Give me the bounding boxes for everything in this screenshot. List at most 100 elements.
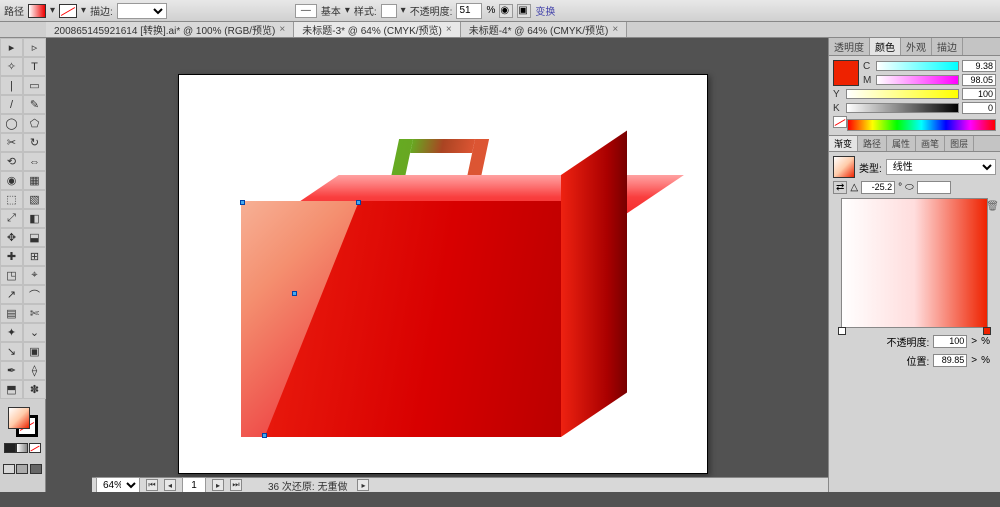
tool-24[interactable]: ◳	[0, 266, 23, 285]
tool-2[interactable]: ✧	[0, 57, 23, 76]
align-icon[interactable]: ▣	[517, 4, 531, 18]
tool-20[interactable]: ✥	[0, 228, 23, 247]
tab-appearance[interactable]: 外观	[901, 38, 932, 55]
stop-location-input[interactable]: 89.85	[933, 354, 967, 367]
doc-tab-1[interactable]: 200865145921614 [转换].ai* @ 100% (RGB/预览)…	[46, 22, 294, 37]
tool-18[interactable]: ⤢	[0, 209, 23, 228]
k-slider[interactable]	[846, 103, 959, 113]
tool-8[interactable]: ◯	[0, 114, 23, 133]
gradient-stop-left[interactable]	[838, 327, 846, 335]
tool-1[interactable]: ▹	[23, 38, 46, 57]
gradient-stop-right[interactable]	[983, 327, 991, 335]
tool-3[interactable]: T	[23, 57, 46, 76]
tool-22[interactable]: ✚	[0, 247, 23, 266]
stroke-swatch[interactable]	[59, 4, 77, 18]
tab-color[interactable]: 颜色	[870, 38, 901, 55]
tool-16[interactable]: ⬚	[0, 190, 23, 209]
tab-layers[interactable]: 图层	[945, 136, 974, 151]
last-page-icon[interactable]: ⏭	[230, 479, 242, 491]
status-menu-icon[interactable]: ▸	[357, 479, 369, 491]
gradient-swatch[interactable]	[833, 156, 855, 178]
doc-tab-3[interactable]: 未标题-4* @ 64% (CMYK/预览)×	[461, 22, 627, 37]
tool-10[interactable]: ✂	[0, 133, 23, 152]
tool-4[interactable]: |	[0, 76, 23, 95]
brush-preview[interactable]: —	[295, 4, 317, 18]
tool-0[interactable]: ▸	[0, 38, 23, 57]
m-value[interactable]: 98.05	[962, 74, 996, 86]
page-input[interactable]	[182, 477, 206, 492]
anchor-point[interactable]	[292, 291, 297, 296]
tool-6[interactable]: /	[0, 95, 23, 114]
tool-5[interactable]: ▭	[23, 76, 46, 95]
c-value[interactable]: 9.38	[962, 60, 996, 72]
tool-35[interactable]: ⟠	[23, 361, 46, 380]
y-value[interactable]: 100	[962, 88, 996, 100]
screen-mode-present[interactable]	[30, 464, 42, 474]
tool-30[interactable]: ✦	[0, 323, 23, 342]
color-mode-chip[interactable]	[4, 443, 16, 453]
fill-swatch[interactable]	[28, 4, 46, 18]
tool-11[interactable]: ↻	[23, 133, 46, 152]
tab-transparency[interactable]: 透明度	[829, 38, 870, 55]
screen-mode-normal[interactable]	[3, 464, 15, 474]
tool-9[interactable]: ⬠	[23, 114, 46, 133]
tool-17[interactable]: ▧	[23, 190, 46, 209]
reverse-gradient-icon[interactable]: ⇄	[833, 181, 847, 194]
artboard[interactable]	[178, 74, 708, 474]
tool-25[interactable]: ⌖	[23, 266, 46, 285]
tab-brushes[interactable]: 画笔	[916, 136, 945, 151]
tool-12[interactable]: ⟲	[0, 152, 23, 171]
fill-stroke-control[interactable]	[0, 399, 45, 459]
screen-mode-full[interactable]	[16, 464, 28, 474]
spectrum-ramp[interactable]	[847, 119, 996, 131]
tool-15[interactable]: ▦	[23, 171, 46, 190]
tool-33[interactable]: ▣	[23, 342, 46, 361]
tool-31[interactable]: ⌄	[23, 323, 46, 342]
none-color-icon[interactable]	[833, 116, 847, 128]
c-slider[interactable]	[876, 61, 959, 71]
tool-19[interactable]: ◧	[23, 209, 46, 228]
tool-37[interactable]: ✽	[23, 380, 46, 399]
tool-34[interactable]: ✒	[0, 361, 23, 380]
angle-input[interactable]: -25.2	[861, 181, 895, 194]
gradient-ramp[interactable]: 🗑	[841, 198, 988, 328]
k-value[interactable]: 0	[962, 102, 996, 114]
tool-23[interactable]: ⊞	[23, 247, 46, 266]
zoom-select[interactable]: 64%	[96, 477, 140, 492]
anchor-point[interactable]	[240, 200, 245, 205]
aspect-input[interactable]	[917, 181, 951, 194]
anchor-point[interactable]	[262, 433, 267, 438]
doc-tab-2[interactable]: 未标题-3* @ 64% (CMYK/预览)×	[294, 22, 460, 37]
transform-link[interactable]: 变换	[535, 3, 555, 18]
none-mode-chip[interactable]	[29, 443, 41, 453]
fill-chip[interactable]	[8, 407, 30, 429]
close-icon[interactable]: ×	[446, 24, 452, 35]
opacity-input[interactable]	[456, 3, 482, 19]
prev-page-icon[interactable]: ◂	[164, 479, 176, 491]
tool-13[interactable]: ⇔	[23, 152, 46, 171]
current-fill-swatch[interactable]	[833, 60, 859, 86]
tool-28[interactable]: ▤	[0, 304, 23, 323]
tab-path[interactable]: 路径	[858, 136, 887, 151]
y-slider[interactable]	[846, 89, 959, 99]
tool-27[interactable]: ⌒	[23, 285, 46, 304]
anchor-point[interactable]	[356, 200, 361, 205]
tool-26[interactable]: ↗	[0, 285, 23, 304]
tool-7[interactable]: ✎	[23, 95, 46, 114]
m-slider[interactable]	[876, 75, 959, 85]
close-icon[interactable]: ×	[612, 24, 618, 35]
stroke-weight-select[interactable]	[117, 3, 167, 19]
gradient-type-select[interactable]: 线性	[886, 159, 996, 175]
tool-14[interactable]: ◉	[0, 171, 23, 190]
stop-opacity-input[interactable]: 100	[933, 335, 967, 348]
gradient-mode-chip[interactable]	[16, 443, 28, 453]
canvas[interactable]: 64% ⏮ ◂ ▸ ⏭ 36 次还原: 无重做 ▸	[46, 38, 828, 492]
delete-stop-icon[interactable]: 🗑	[986, 201, 999, 212]
style-preview[interactable]	[381, 4, 397, 18]
tab-attributes[interactable]: 属性	[887, 136, 916, 151]
tool-29[interactable]: ✄	[23, 304, 46, 323]
tab-gradient[interactable]: 渐变	[829, 136, 858, 151]
close-icon[interactable]: ×	[279, 24, 285, 35]
tool-36[interactable]: ⬒	[0, 380, 23, 399]
next-page-icon[interactable]: ▸	[212, 479, 224, 491]
